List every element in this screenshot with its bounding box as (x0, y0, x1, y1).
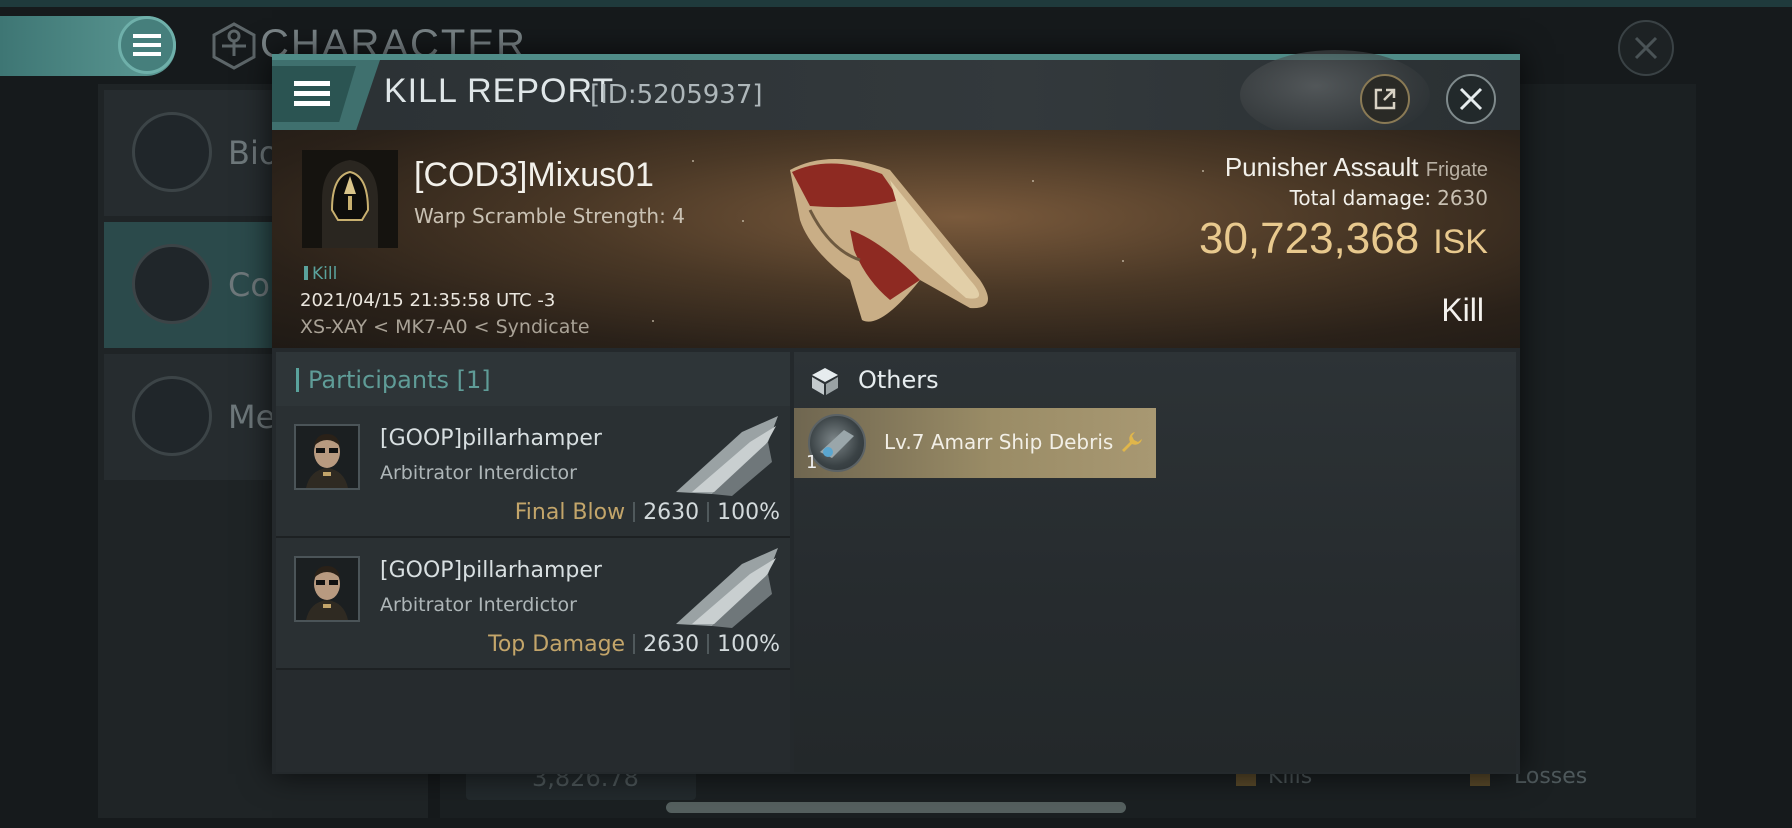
participant-name: [GOOP]pillarhamper (380, 558, 602, 583)
close-icon (1634, 36, 1658, 60)
kill-type-label: Kill (312, 264, 338, 284)
participant-tag: Top Damage (488, 632, 626, 657)
participant-avatar[interactable] (294, 424, 360, 490)
background-losses-label: Losses (1514, 764, 1588, 789)
kill-report-id: [ID:5205937] (590, 80, 763, 110)
warp-scramble-strength: Warp Scramble Strength: 4 (414, 204, 685, 228)
participants-accent (296, 368, 299, 392)
participant-percent: 100% (717, 500, 780, 525)
close-button[interactable] (1446, 74, 1496, 124)
participant-avatar[interactable] (294, 556, 360, 622)
victim-ship-image (790, 159, 988, 322)
crossed-swords-icon (132, 244, 212, 324)
isk-value: 30,723,368 ISK (1199, 214, 1488, 264)
kill-datetime: 2021/04/15 21:35:58 UTC -3 (300, 290, 556, 311)
total-damage: Total damage: 2630 (1290, 186, 1488, 210)
star-decoration (1122, 260, 1124, 262)
isk-amount: 30,723,368 (1198, 214, 1420, 263)
participant-stats: Final Blow 2630 100% (515, 500, 780, 525)
cube-icon (812, 368, 838, 395)
participant-ship: Arbitrator Interdictor (380, 594, 577, 616)
star-icon (132, 376, 212, 456)
star-decoration (692, 160, 694, 162)
total-damage-label: Total damage: (1289, 186, 1432, 210)
kill-location: XS-XAY < MK7-A0 < Syndicate (300, 316, 590, 338)
star-decoration (652, 320, 654, 322)
others-panel: Others 1 Lv.7 Amarr Ship Debris (794, 352, 1516, 772)
isk-unit: ISK (1433, 223, 1488, 261)
pilot-avatar-icon (296, 558, 358, 620)
background-menu-button[interactable] (118, 16, 176, 74)
top-accent-line (0, 0, 1792, 7)
participant-percent: 100% (717, 632, 780, 657)
share-button[interactable] (1360, 74, 1410, 124)
pilot-avatar-icon (296, 426, 358, 488)
participant-name: [GOOP]pillarhamper (380, 426, 602, 451)
horizontal-scrollbar[interactable] (666, 802, 1126, 813)
participant-row[interactable]: [GOOP]pillarhamper Arbitrator Interdicto… (276, 406, 790, 538)
sidebar-item-label: Bio (228, 134, 279, 172)
kill-result: Kill (1441, 292, 1484, 328)
star-decoration (1202, 170, 1204, 172)
victim-portrait[interactable] (302, 150, 398, 248)
ship-name: Punisher Assault Frigate (1225, 152, 1488, 183)
dialog-title: KILL REPORT (384, 72, 615, 110)
star-decoration (742, 220, 744, 222)
kill-type-tag: Kill (304, 264, 337, 284)
debris-icon (820, 430, 854, 458)
kill-report-dialog: KILL REPORT [ID:5205937] [COD3]Mixus01 W… (272, 50, 1520, 774)
list-icon (132, 112, 212, 192)
participant-ship-image (676, 548, 778, 628)
participants-panel: Participants [1] [GOOP]pillarhamper Arbi… (276, 352, 790, 772)
participant-damage: 2630 (643, 632, 700, 657)
participants-title: Participants [1] (308, 366, 491, 394)
item-name: Lv.7 Amarr Ship Debris (884, 430, 1114, 454)
share-icon (1374, 88, 1396, 110)
character-icon (212, 22, 256, 70)
total-damage-value: 2630 (1437, 186, 1488, 210)
wrench-icon (1122, 432, 1142, 452)
participant-ship: Arbitrator Interdictor (380, 462, 577, 484)
participant-ship-image (676, 416, 778, 496)
participant-damage: 2630 (643, 500, 700, 525)
ship-class: Frigate (1425, 159, 1488, 181)
participant-tag: Final Blow (514, 500, 626, 525)
kill-banner: [COD3]Mixus01 Warp Scramble Strength: 4 … (272, 130, 1520, 348)
hamburger-icon (294, 81, 330, 106)
helmet-avatar-icon (302, 150, 398, 248)
background-close-button[interactable] (1618, 20, 1674, 76)
item-card[interactable]: 1 Lv.7 Amarr Ship Debris (794, 408, 1156, 478)
victim-name: [COD3]Mixus01 (414, 156, 654, 194)
close-icon (1459, 87, 1483, 111)
participants-header: Participants [1] (276, 352, 790, 406)
participant-row[interactable]: [GOOP]pillarhamper Arbitrator Interdicto… (276, 538, 790, 670)
hamburger-icon (133, 34, 161, 56)
item-quantity: 1 (806, 452, 818, 473)
star-decoration (1032, 180, 1034, 182)
others-title: Others (858, 366, 939, 394)
participant-stats: Top Damage 2630 100% (488, 632, 780, 657)
ship-name-label: Punisher Assault (1224, 152, 1419, 182)
